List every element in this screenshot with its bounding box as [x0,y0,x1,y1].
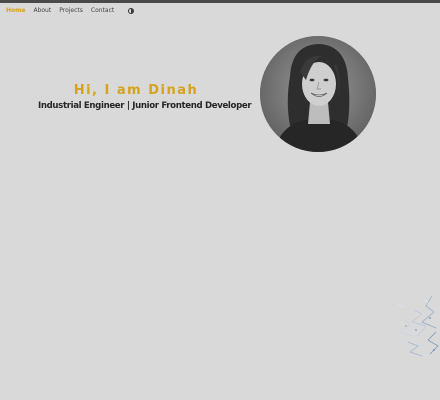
profile-photo [260,36,376,152]
theme-toggle-dark-half [131,9,134,13]
nav-about-link[interactable]: About [33,8,51,14]
nav-contact-link[interactable]: Contact [91,8,114,14]
nav-home-link[interactable]: Home [6,8,25,14]
hero-greeting: Hi, I am Dinah [73,83,199,98]
hero-subtitle: Industrial Engineer | Junior Frontend De… [38,101,252,111]
main-nav: Home About Projects Contact [6,6,135,16]
decorative-scribble-icon [397,295,439,357]
portfolio-page: Home About Projects Contact Hi, I am Din… [0,0,440,400]
top-border [0,0,440,3]
theme-toggle-icon[interactable] [128,8,135,14]
profile-photo-image [260,36,376,152]
nav-projects-link[interactable]: Projects [59,8,83,14]
